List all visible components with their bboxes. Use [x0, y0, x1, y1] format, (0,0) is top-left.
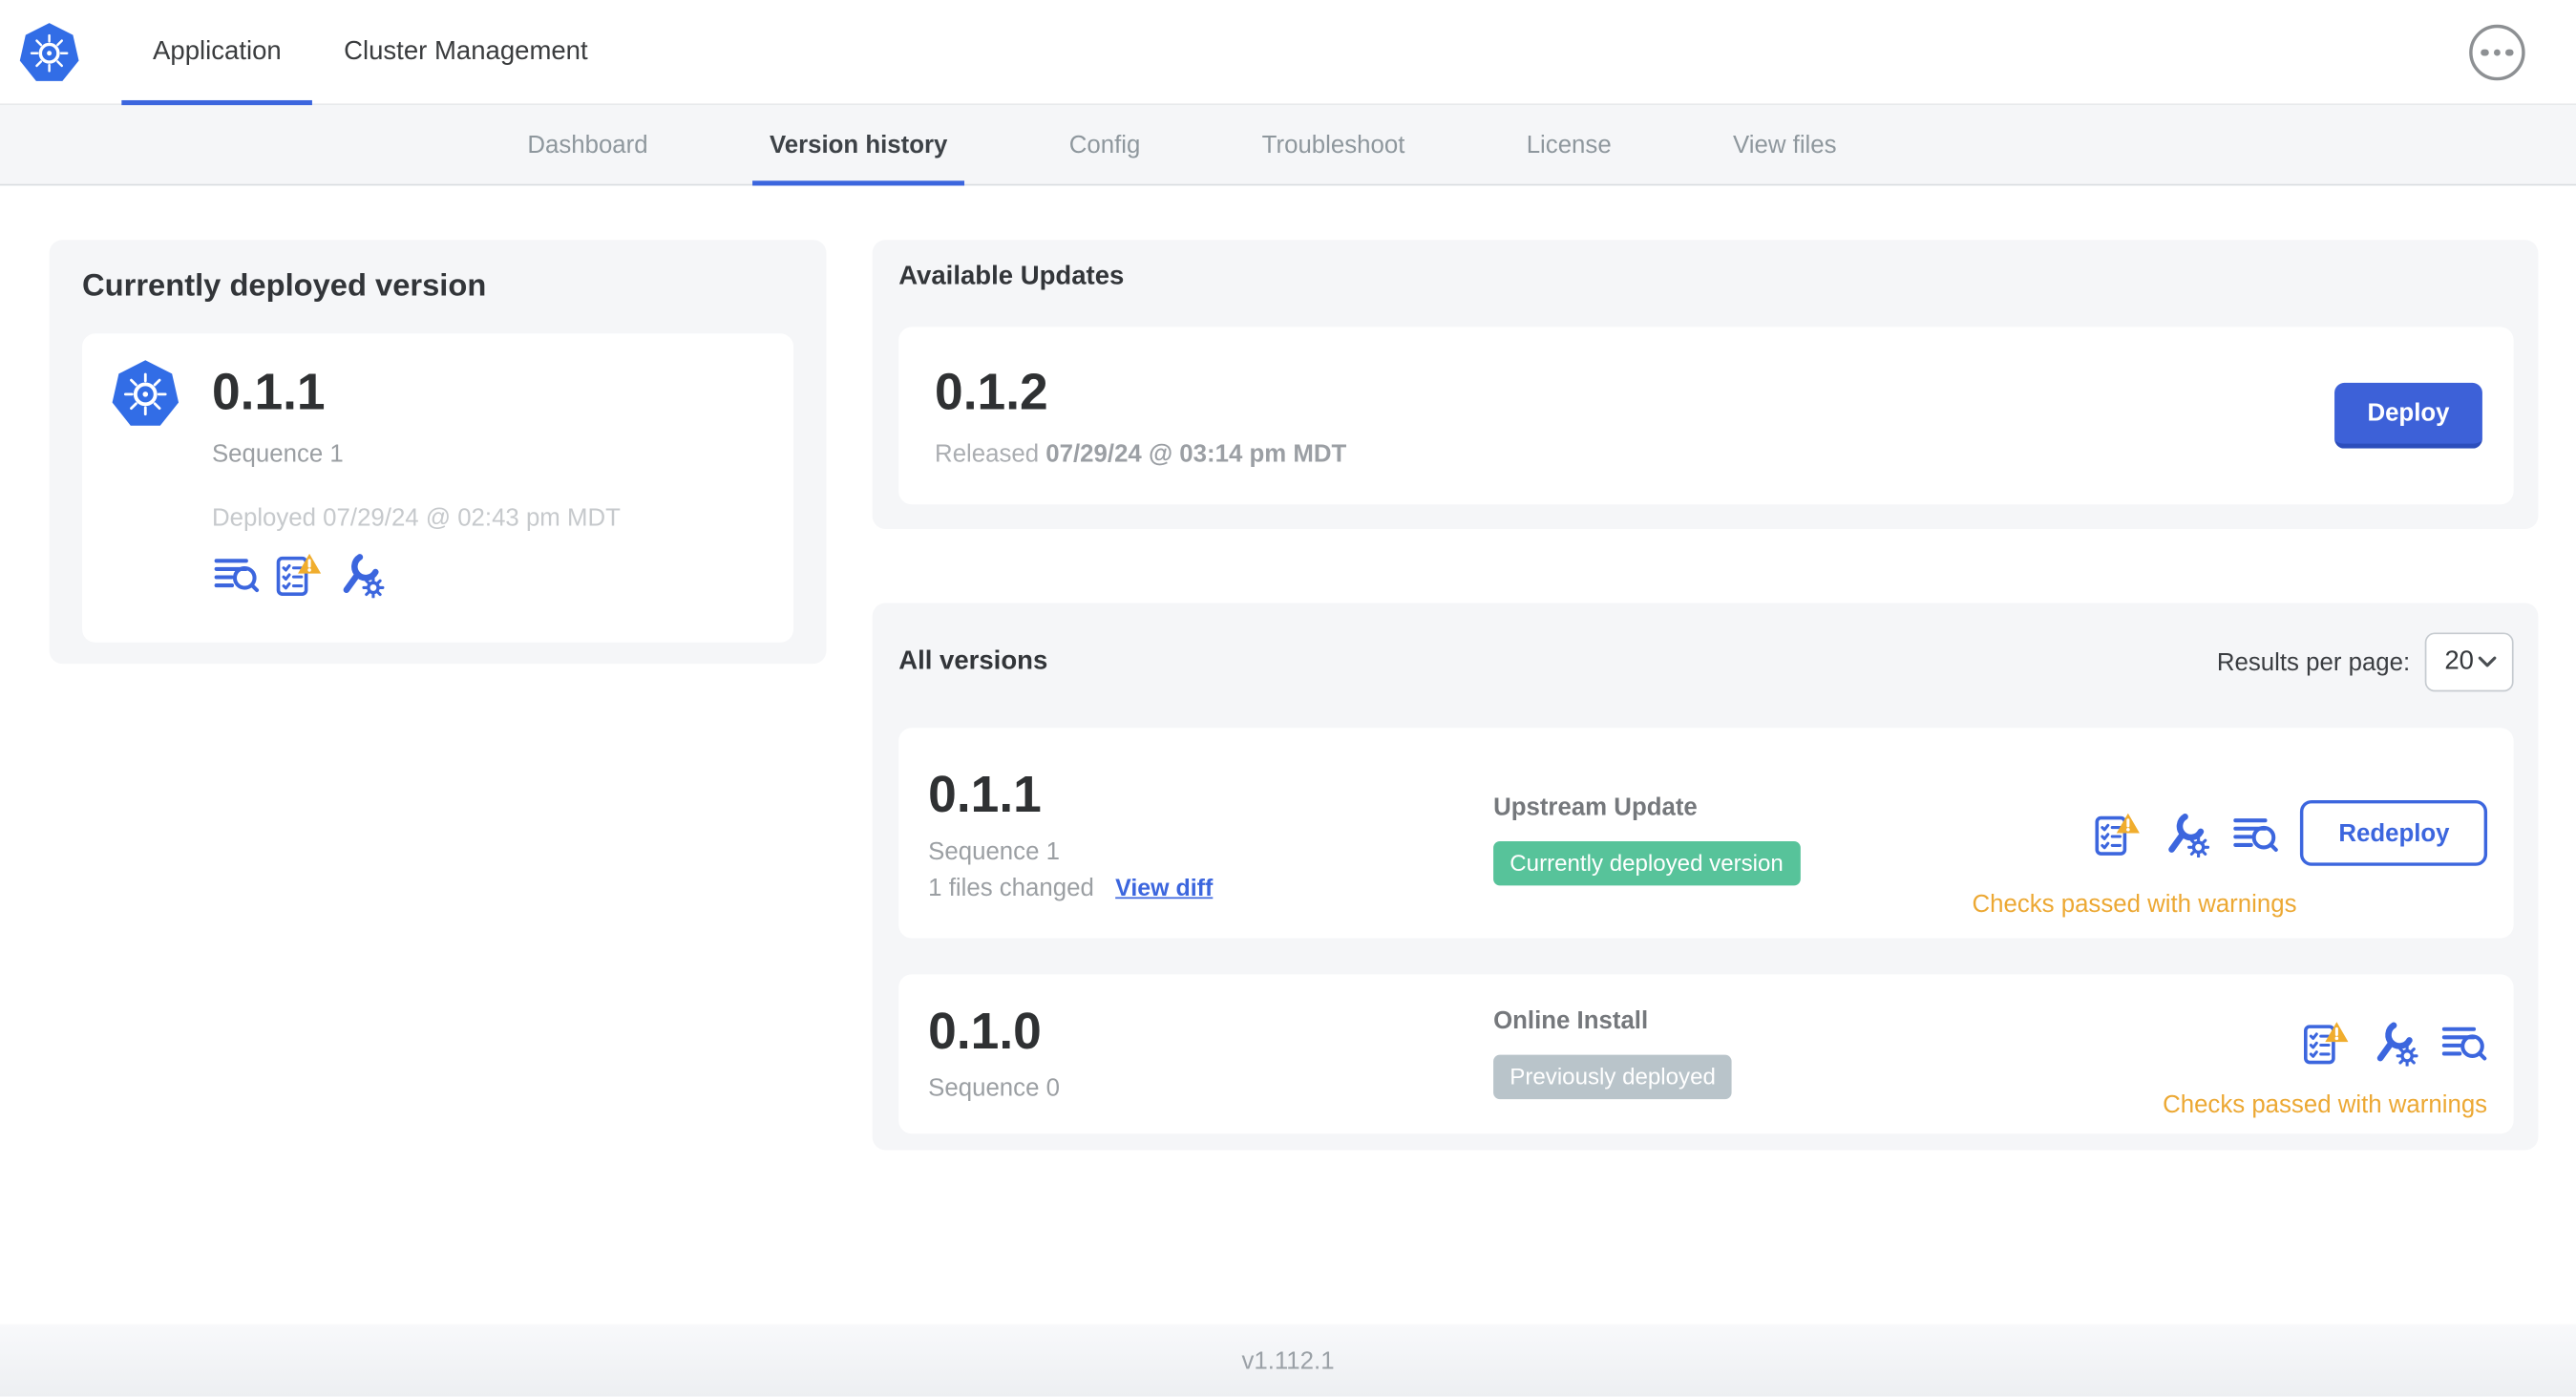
logs-icon[interactable]	[212, 550, 260, 598]
available-updates-title: Available Updates	[898, 263, 1125, 291]
update-version-number: 0.1.2	[935, 363, 1048, 421]
preflight-checks-warning-icon[interactable]	[2094, 809, 2142, 857]
row-version-sequence: Sequence 1	[928, 837, 1060, 866]
admin-console-page: Application Cluster Management Dashboard…	[0, 0, 2576, 1397]
results-per-page-label: Results per page:	[2216, 647, 2411, 677]
view-diff-link[interactable]: View diff	[1115, 875, 1213, 901]
status-badge-currently-deployed: Currently deployed version	[1493, 840, 1801, 886]
preflight-status-text: Checks passed with warnings	[1972, 890, 2297, 919]
tab-application[interactable]: Application	[121, 0, 313, 106]
tab-application-label: Application	[153, 36, 282, 65]
all-versions-card: All versions Results per page: 20 0.1.1 …	[872, 603, 2539, 1151]
kubernetes-logo-icon	[16, 17, 82, 86]
row-version-number: 0.1.1	[928, 765, 1042, 824]
top-bar: Application Cluster Management	[0, 0, 2576, 106]
subnav-tab-dashboard[interactable]: Dashboard	[511, 105, 665, 184]
chevron-down-icon	[2478, 656, 2498, 669]
results-per-page-value: 20	[2444, 646, 2474, 676]
logs-icon[interactable]	[2439, 1019, 2487, 1067]
main-content: Currently deployed version 0.1.1 Sequenc…	[0, 185, 2576, 1324]
deploy-button[interactable]: Deploy	[2334, 382, 2482, 449]
config-wrench-icon[interactable]	[2371, 1019, 2418, 1067]
config-wrench-icon[interactable]	[337, 550, 385, 598]
available-update-row: 0.1.2 Released 07/29/24 @ 03:14 pm MDT D…	[898, 327, 2514, 505]
preflight-status-text: Checks passed with warnings	[2163, 1090, 2488, 1119]
update-released-line: Released 07/29/24 @ 03:14 pm MDT	[935, 440, 1346, 468]
currently-deployed-card: Currently deployed version 0.1.1 Sequenc…	[49, 240, 827, 665]
redeploy-button[interactable]: Redeploy	[2300, 799, 2488, 866]
ellipsis-icon	[2481, 49, 2489, 56]
version-row-0-1-1: 0.1.1 Sequence 1 1 files changed View di…	[898, 728, 2514, 939]
version-row-0-1-0: 0.1.0 Sequence 0 Online Install Previous…	[898, 974, 2514, 1134]
all-versions-title: All versions	[898, 646, 1048, 676]
row-version-number: 0.1.0	[928, 1002, 1042, 1060]
current-version-number: 0.1.1	[211, 363, 326, 421]
currently-deployed-inner-card: 0.1.1 Sequence 1 Deployed 07/29/24 @ 02:…	[82, 333, 794, 643]
logs-icon[interactable]	[2231, 809, 2279, 857]
console-version-text: v1.112.1	[1241, 1346, 1335, 1375]
preflight-checks-warning-icon[interactable]	[274, 550, 322, 598]
app-subnav: Dashboard Version history Config Trouble…	[0, 105, 2576, 186]
current-version-sequence: Sequence 1	[211, 440, 344, 469]
released-timestamp: 07/29/24 @ 03:14 pm MDT	[1045, 440, 1347, 469]
files-changed-label: 1 files changed	[928, 874, 1094, 902]
status-badge-previously-deployed: Previously deployed	[1493, 1054, 1733, 1100]
tab-cluster-management[interactable]: Cluster Management	[312, 0, 619, 103]
version-source-label: Online Install	[1493, 1006, 1649, 1036]
preflight-checks-warning-icon[interactable]	[2302, 1019, 2350, 1067]
top-tabs: Application Cluster Management	[121, 0, 619, 106]
version-source-label: Upstream Update	[1493, 794, 1698, 822]
config-wrench-icon[interactable]	[2163, 809, 2210, 857]
subnav-tab-license[interactable]: License	[1510, 105, 1628, 184]
row-version-sequence: Sequence 0	[928, 1074, 1060, 1103]
subnav-tab-config[interactable]: Config	[1053, 105, 1157, 184]
tab-cluster-management-label: Cluster Management	[344, 36, 588, 65]
released-label: Released	[935, 440, 1040, 469]
current-version-deployed-timestamp: Deployed 07/29/24 @ 02:43 pm MDT	[211, 504, 621, 533]
results-per-page-select[interactable]: 20	[2424, 632, 2514, 692]
right-column: Available Updates 0.1.2 Released 07/29/2…	[872, 240, 2539, 1151]
more-menu-button[interactable]	[2469, 24, 2525, 81]
subnav-tab-view-files[interactable]: View files	[1717, 105, 1853, 184]
console-footer: v1.112.1	[0, 1323, 2576, 1397]
available-updates-card: Available Updates 0.1.2 Released 07/29/2…	[872, 240, 2539, 530]
subnav-tab-troubleshoot[interactable]: Troubleshoot	[1245, 105, 1421, 184]
app-kubernetes-logo-icon	[109, 355, 182, 433]
currently-deployed-title: Currently deployed version	[82, 269, 487, 305]
subnav-tab-version-history[interactable]: Version history	[752, 105, 965, 186]
